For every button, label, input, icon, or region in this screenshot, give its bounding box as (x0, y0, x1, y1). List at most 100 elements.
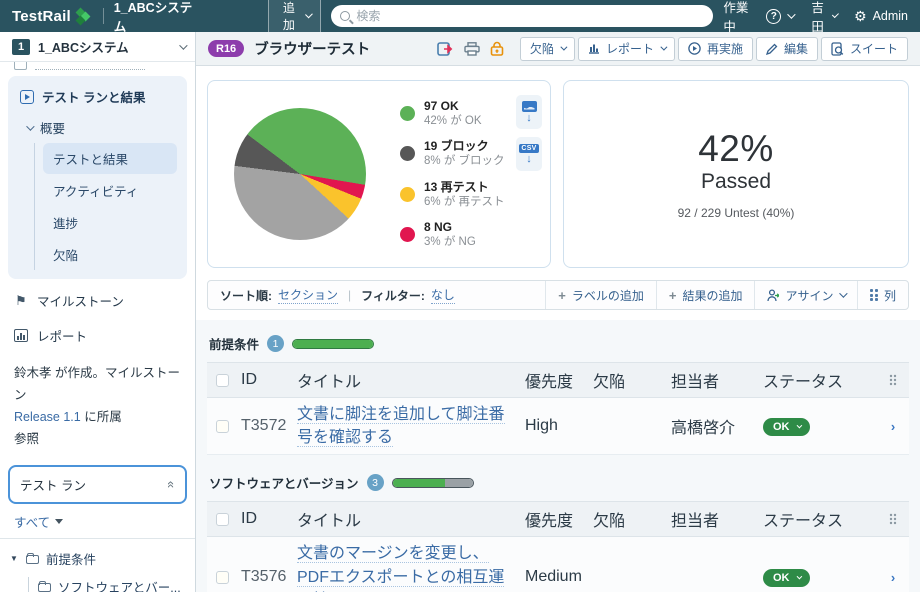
columns-button[interactable]: 列 (857, 281, 908, 309)
lock-icon[interactable] (490, 41, 504, 56)
sort-value-link[interactable]: セクション (278, 286, 338, 304)
sidebar-item-milestones[interactable]: ⚑ マイルストーン (0, 283, 195, 318)
legend-dot (400, 146, 415, 161)
reference-link[interactable]: 参照 (14, 432, 39, 446)
play-circle-icon (688, 42, 701, 55)
download-arrow-icon: ↓ (526, 154, 532, 165)
sidebar-subitem-1[interactable]: アクティビティ (43, 175, 177, 206)
sidebar-item-overview[interactable]: 概要 (12, 113, 183, 142)
download-arrow-icon: ↓ (526, 113, 532, 124)
caret-down-icon (55, 519, 63, 524)
project-badge: 1 (12, 39, 30, 55)
search-box[interactable] (331, 5, 713, 27)
add-result-button[interactable]: + 結果の追加 (656, 281, 755, 309)
test-runs-label: テスト ランと結果 (42, 87, 145, 106)
milestone-link[interactable]: Release 1.1 (14, 410, 81, 424)
status-badge[interactable]: OK (763, 418, 810, 436)
sidebar-item-test-runs[interactable]: テスト ランと結果 (12, 80, 183, 113)
table-row[interactable]: T3576文書のマージンを変更し、PDFエクスポートとの相互運用性をテストするM… (207, 537, 909, 592)
section-progress-bar (292, 339, 374, 349)
select-all-checkbox[interactable] (216, 513, 229, 526)
select-all-checkbox[interactable] (216, 374, 229, 387)
sidebar-subitem-0[interactable]: テストと結果 (43, 143, 177, 174)
user-name: 吉田 (811, 0, 826, 35)
header-button-group: 欠陥 レポート 再実施 編集 (520, 37, 908, 61)
suite-button[interactable]: スイート (821, 37, 908, 61)
chevron-down-icon (26, 122, 34, 130)
legend-item: 8 NG3% が NG (400, 220, 505, 249)
legend-dot (400, 187, 415, 202)
expand-arrow-icon[interactable]: ▼ (10, 554, 19, 563)
table-header-row: IDタイトル優先度欠陥担当者ステータス (207, 501, 909, 537)
main-area: R16 ブラウザーテスト 欠陥 レポート (196, 32, 920, 592)
tree-item[interactable]: ▼前提条件 (0, 545, 195, 573)
bar-chart-icon (14, 329, 28, 342)
row-checkbox[interactable] (216, 571, 229, 584)
print-icon[interactable] (464, 42, 480, 56)
meta-created: 鈴木孝 が作成。マイルストーン (14, 366, 180, 402)
legend-dot (400, 106, 415, 121)
edit-button[interactable]: 編集 (756, 37, 818, 61)
collapse-icon[interactable]: « (164, 480, 179, 487)
chevron-down-icon (788, 10, 796, 18)
chevron-down-icon (840, 289, 848, 297)
download-csv-button[interactable]: CSV ↓ (516, 137, 542, 171)
add-label-text: ラベルの追加 (572, 287, 644, 304)
row-open-chevron[interactable]: › (891, 570, 895, 585)
section-1: ソフトウェアとバージョン3IDタイトル優先度欠陥担当者ステータスT3576文書の… (207, 473, 909, 592)
test-title-link[interactable]: 文書に脚注を追加して脚注番号を確認する (297, 406, 505, 447)
brand[interactable]: TestRail (12, 8, 93, 25)
legend-item: 13 再テスト6% が 再テスト (400, 180, 505, 209)
admin-menu[interactable]: ⚙ Admin (854, 9, 908, 23)
search-input[interactable] (356, 9, 704, 23)
suite-doc-icon (831, 42, 844, 56)
add-label-button[interactable]: + ラベルの追加 (545, 281, 656, 309)
run-meta: 鈴木孝 が作成。マイルストーン Release 1.1 に所属 参照 (0, 353, 195, 457)
passed-percent: 42% (698, 128, 774, 170)
testrail-logo-icon (77, 8, 93, 24)
list-toolbar: ソート順: セクション | フィルター: なし + ラベルの追加 + 結果の追加 (207, 280, 909, 310)
project-selector-name: 1_ABCシステム (38, 37, 171, 56)
rerun-button[interactable]: 再実施 (678, 37, 753, 61)
table-row[interactable]: T3572文書に脚注を追加して脚注番号を確認するHigh高橋啓介OK› (207, 398, 909, 455)
edit-label: 編集 (784, 40, 808, 57)
chart-image-icon (522, 101, 537, 112)
pencil-icon (766, 43, 778, 55)
help-menu[interactable]: ? (766, 9, 793, 24)
status-badge[interactable]: OK (763, 569, 810, 587)
topbar-project-name[interactable]: 1_ABCシステム (114, 0, 194, 35)
folder-icon (26, 553, 39, 564)
row-open-chevron[interactable]: › (891, 419, 895, 434)
chevron-down-icon (832, 11, 839, 18)
sidebar-subitem-3[interactable]: 欠陥 (43, 239, 177, 270)
pie-chart-card: 97 OK42% が OK19 ブロック8% が ブロック13 再テスト6% が… (207, 80, 551, 268)
milestones-label: マイルストーン (37, 291, 124, 310)
user-menu[interactable]: 吉田 (811, 0, 836, 35)
report-button[interactable]: レポート (578, 37, 675, 61)
tree-item[interactable]: ソフトウェアとバー... (0, 573, 195, 592)
filter-label: フィルター: (361, 287, 425, 304)
chevron-down-icon (560, 44, 567, 51)
export-icon[interactable] (437, 42, 454, 56)
column-settings-icon[interactable] (888, 513, 898, 525)
filter-value-link[interactable]: なし (431, 286, 455, 304)
test-title-link[interactable]: 文書のマージンを変更し、PDFエクスポートとの相互運用性をテストする (297, 545, 504, 592)
column-settings-icon[interactable] (888, 374, 898, 386)
assign-button[interactable]: アサイン (754, 281, 857, 309)
working-status[interactable]: 作業中 (723, 0, 748, 35)
defects-button[interactable]: 欠陥 (520, 37, 575, 61)
chevron-down-icon (179, 41, 187, 49)
sidebar-item-reports[interactable]: レポート (0, 318, 195, 353)
overview-children: テストと結果アクティビティ進捗欠陥 (34, 143, 183, 270)
sidebar-subitem-2[interactable]: 進捗 (43, 207, 177, 238)
download-chart-button[interactable]: ↓ (516, 95, 542, 129)
brand-name: TestRail (12, 8, 71, 25)
add-result-text: 結果の追加 (682, 287, 742, 304)
divider: | (344, 288, 355, 302)
sections-area: 前提条件1IDタイトル優先度欠陥担当者ステータスT3572文書に脚注を追加して脚… (196, 320, 920, 592)
filter-all-dropdown[interactable]: すべて (0, 504, 195, 539)
row-checkbox[interactable] (216, 420, 229, 433)
project-selector[interactable]: 1 1_ABCシステム (0, 32, 195, 62)
test-run-panel-header[interactable]: テスト ラン « (8, 465, 187, 504)
filter-all-label: すべて (14, 512, 50, 531)
